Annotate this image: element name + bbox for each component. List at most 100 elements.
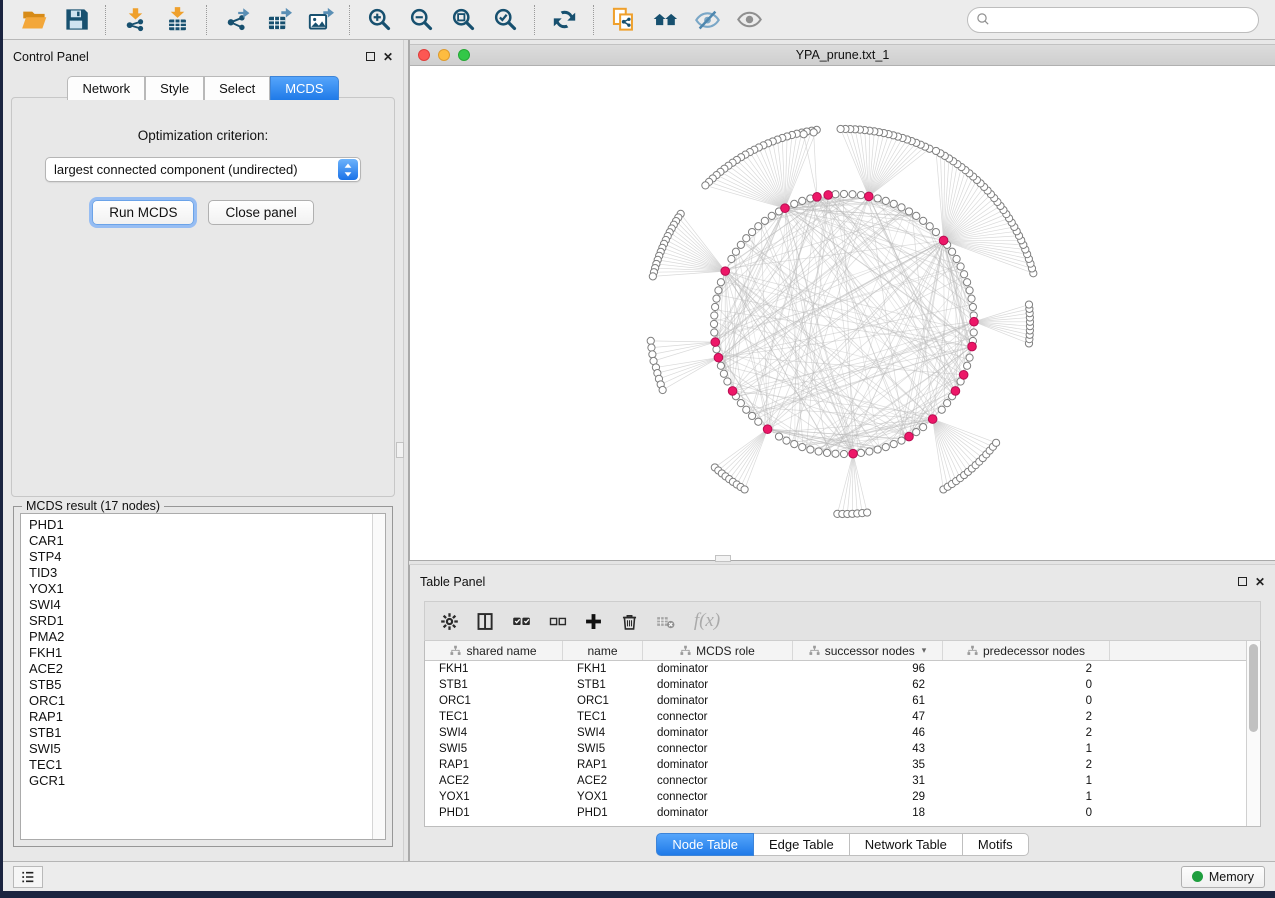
- table-options-button[interactable]: [433, 605, 465, 637]
- tab-mcds[interactable]: MCDS: [270, 76, 338, 100]
- network-node[interactable]: [857, 449, 864, 456]
- network-node[interactable]: [823, 449, 830, 456]
- mcds-hub-node[interactable]: [905, 432, 914, 441]
- table-cell[interactable]: connector: [643, 791, 793, 803]
- network-node[interactable]: [874, 195, 881, 202]
- column-header-predecessor-nodes[interactable]: predecessor nodes: [943, 641, 1110, 660]
- table-cell[interactable]: ORC1: [425, 695, 563, 707]
- table-cell[interactable]: 2: [943, 711, 1110, 723]
- network-node[interactable]: [800, 131, 807, 138]
- import-network-button[interactable]: [114, 3, 156, 37]
- mcds-result-item[interactable]: ORC1: [29, 693, 372, 709]
- table-row[interactable]: FKH1FKH1dominator962: [425, 661, 1246, 677]
- mcds-hub-node[interactable]: [849, 449, 858, 458]
- network-node[interactable]: [775, 433, 782, 440]
- network-node[interactable]: [768, 212, 775, 219]
- table-cell[interactable]: 47: [793, 711, 943, 723]
- table-row[interactable]: STB1STB1dominator620: [425, 677, 1246, 693]
- table-cell[interactable]: SWI4: [563, 727, 643, 739]
- add-column-button[interactable]: [577, 605, 609, 637]
- duplicate-network-button[interactable]: [602, 3, 644, 37]
- search-input[interactable]: [967, 7, 1259, 33]
- network-node[interactable]: [713, 295, 720, 302]
- network-node[interactable]: [849, 191, 856, 198]
- network-node[interactable]: [890, 441, 897, 448]
- network-node[interactable]: [711, 329, 718, 336]
- zoom-in-button[interactable]: [358, 3, 400, 37]
- close-panel-button[interactable]: Close panel: [208, 200, 313, 225]
- mcds-hub-node[interactable]: [928, 415, 937, 424]
- tab-network[interactable]: Network: [67, 76, 145, 100]
- network-node[interactable]: [715, 287, 722, 294]
- column-header-MCDS-role[interactable]: MCDS role: [643, 641, 793, 660]
- network-node[interactable]: [791, 441, 798, 448]
- mcds-hub-node[interactable]: [939, 236, 948, 245]
- table-scrollbar-thumb[interactable]: [1249, 644, 1258, 732]
- table-cell[interactable]: ORC1: [563, 695, 643, 707]
- network-node[interactable]: [702, 182, 709, 189]
- table-cell[interactable]: 2: [943, 663, 1110, 675]
- table-cell[interactable]: SWI5: [563, 743, 643, 755]
- table-cell[interactable]: 1: [943, 791, 1110, 803]
- network-node[interactable]: [710, 320, 717, 327]
- table-cell[interactable]: dominator: [643, 679, 793, 691]
- network-node[interactable]: [920, 424, 927, 431]
- table-cell[interactable]: 96: [793, 663, 943, 675]
- network-node[interactable]: [713, 346, 720, 353]
- table-row[interactable]: ORC1ORC1dominator610: [425, 693, 1246, 709]
- network-node[interactable]: [970, 329, 977, 336]
- table-cell[interactable]: TEC1: [425, 711, 563, 723]
- mcds-list-scrollbar[interactable]: [372, 514, 385, 839]
- network-node[interactable]: [890, 200, 897, 207]
- mcds-hub-node[interactable]: [711, 338, 720, 347]
- table-cell[interactable]: 0: [943, 695, 1110, 707]
- show-columns-button[interactable]: [469, 605, 501, 637]
- network-node[interactable]: [948, 248, 955, 255]
- table-cell[interactable]: ACE2: [563, 775, 643, 787]
- table-cell[interactable]: 61: [793, 695, 943, 707]
- network-node[interactable]: [648, 344, 655, 351]
- mcds-result-list[interactable]: PHD1CAR1STP4TID3YOX1SWI4SRD1PMA2FKH1ACE2…: [20, 513, 386, 840]
- table-row[interactable]: YOX1YOX1connector291: [425, 789, 1246, 805]
- table-cell[interactable]: 62: [793, 679, 943, 691]
- network-node[interactable]: [737, 241, 744, 248]
- memory-button[interactable]: Memory: [1181, 866, 1265, 888]
- tab-motifs[interactable]: Motifs: [963, 833, 1029, 856]
- table-cell[interactable]: 0: [943, 807, 1110, 819]
- mcds-hub-node[interactable]: [951, 387, 960, 396]
- network-node[interactable]: [857, 192, 864, 199]
- network-node[interactable]: [964, 362, 971, 369]
- network-node[interactable]: [743, 406, 750, 413]
- network-node[interactable]: [882, 197, 889, 204]
- network-node[interactable]: [737, 400, 744, 407]
- table-row[interactable]: ACE2ACE2connector311: [425, 773, 1246, 789]
- network-canvas[interactable]: [410, 66, 1275, 560]
- network-node[interactable]: [799, 197, 806, 204]
- table-cell[interactable]: 2: [943, 759, 1110, 771]
- network-node[interactable]: [969, 303, 976, 310]
- table-cell[interactable]: PHD1: [425, 807, 563, 819]
- network-node[interactable]: [840, 190, 847, 197]
- table-row[interactable]: SWI5SWI5connector431: [425, 741, 1246, 757]
- network-node[interactable]: [938, 406, 945, 413]
- network-node[interactable]: [724, 378, 731, 385]
- mcds-result-item[interactable]: STP4: [29, 549, 372, 565]
- network-node[interactable]: [712, 303, 719, 310]
- open-session-button[interactable]: [13, 3, 55, 37]
- export-table-button[interactable]: [257, 3, 299, 37]
- task-history-button[interactable]: [13, 866, 43, 888]
- mcds-result-item[interactable]: ACE2: [29, 661, 372, 677]
- table-cell[interactable]: ACE2: [425, 775, 563, 787]
- splitter-collapse-handle[interactable]: [396, 442, 404, 458]
- table-cell[interactable]: 31: [793, 775, 943, 787]
- mcds-result-item[interactable]: STB5: [29, 677, 372, 693]
- mcds-result-item[interactable]: PMA2: [29, 629, 372, 645]
- float-table-panel-icon[interactable]: [1238, 576, 1247, 588]
- network-node[interactable]: [968, 295, 975, 302]
- table-cell[interactable]: 46: [793, 727, 943, 739]
- network-node[interactable]: [783, 437, 790, 444]
- import-table-button[interactable]: [156, 3, 198, 37]
- table-row[interactable]: SWI4SWI4dominator462: [425, 725, 1246, 741]
- network-node[interactable]: [799, 444, 806, 451]
- mcds-result-item[interactable]: STB1: [29, 725, 372, 741]
